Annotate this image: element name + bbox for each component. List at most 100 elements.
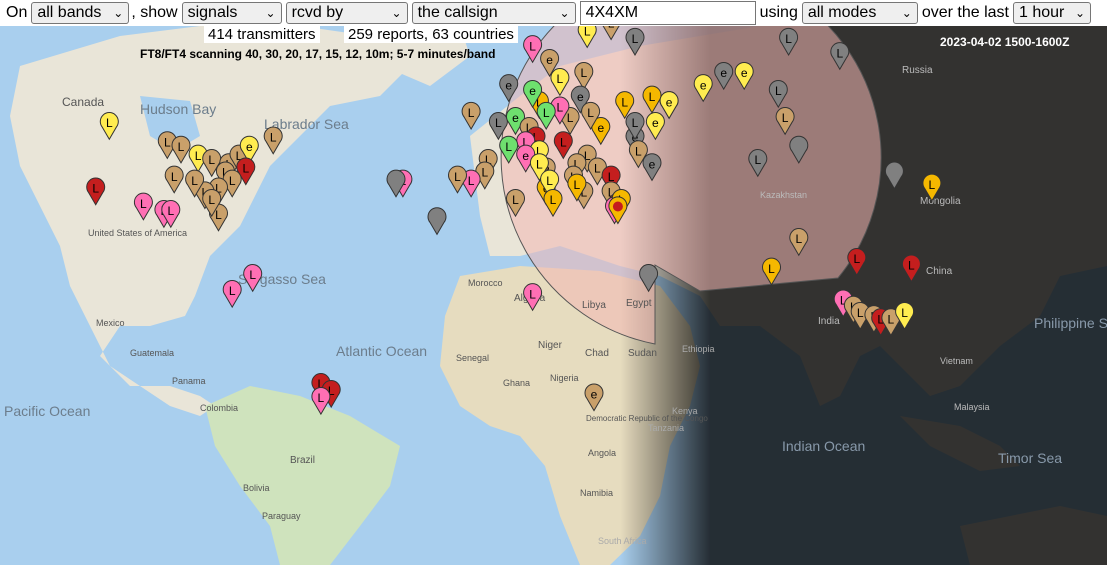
label-paraguay: Paraguay — [262, 511, 301, 521]
marker-glyph: L — [608, 26, 615, 31]
label-atlantic-ocean: Atlantic Ocean — [336, 343, 427, 359]
marker-glyph: L — [785, 32, 792, 46]
marker-glyph: L — [512, 193, 519, 207]
target-select-value: the callsign — [417, 4, 498, 21]
marker-glyph: e — [741, 66, 748, 80]
label-drc: Democratic Republic of the Congo — [586, 414, 708, 423]
marker-glyph: e — [512, 111, 519, 125]
label-russia: Russia — [902, 65, 933, 76]
marker-glyph: L — [550, 193, 557, 207]
marker-glyph: L — [888, 312, 895, 326]
marker-glyph: L — [468, 174, 475, 188]
label-philippine-sea: Philippine Sea — [1034, 315, 1107, 331]
marker-glyph: L — [632, 116, 639, 130]
marker-glyph: L — [229, 174, 236, 188]
label-nigeria: Nigeria — [550, 373, 579, 383]
marker-glyph: L — [505, 140, 512, 154]
marker-glyph: L — [481, 166, 488, 180]
chevron-down-icon: ⌄ — [901, 6, 912, 20]
callsign-input-value: 4X4XM — [585, 4, 639, 21]
label-china: China — [926, 266, 953, 277]
label-panama: Panama — [172, 376, 206, 386]
marker-glyph: e — [577, 90, 584, 104]
signals-select-value: signals — [187, 4, 238, 21]
mode-select-value: all modes — [807, 4, 877, 21]
home-dot-icon — [612, 201, 623, 212]
marker-glyph: e — [649, 157, 656, 171]
marker-glyph: L — [195, 149, 202, 163]
marker-glyph: L — [795, 232, 802, 246]
marker-glyph: e — [720, 66, 727, 80]
scan-note: FT8/FT4 scanning 40, 30, 20, 17, 15, 12,… — [140, 47, 496, 61]
marker-glyph: L — [584, 26, 591, 38]
marker-glyph: L — [580, 66, 587, 80]
label-libya: Libya — [582, 300, 606, 311]
marker-glyph: L — [635, 144, 642, 158]
marker-glyph: L — [191, 174, 198, 188]
marker-glyph: L — [587, 106, 594, 120]
chevron-down-icon: ⌄ — [559, 6, 570, 20]
target-select[interactable]: the callsign ⌄ — [411, 2, 576, 24]
marker-glyph: L — [92, 182, 99, 196]
marker-glyph: L — [106, 116, 113, 130]
label-south-africa: South Africa — [598, 536, 647, 546]
label-ghana: Ghana — [503, 378, 530, 388]
marker-glyph: L — [649, 90, 656, 104]
transmitter-count: 414 transmitters — [204, 26, 320, 43]
marker-glyph: L — [929, 178, 936, 192]
marker-glyph: L — [567, 111, 574, 125]
marker-glyph: e — [652, 116, 659, 130]
marker-glyph: L — [454, 170, 461, 184]
label-egypt: Egypt — [626, 298, 652, 309]
marker-glyph: L — [594, 162, 601, 176]
marker-glyph: L — [208, 193, 215, 207]
marker-glyph: L — [140, 197, 147, 211]
marker-glyph: L — [468, 106, 475, 120]
report-count: 259 reports, 63 countries — [344, 26, 518, 43]
direction-select[interactable]: rcvd by ⌄ — [285, 2, 408, 24]
period-select[interactable]: 1 hour ⌄ — [1013, 2, 1091, 24]
label-tanzania: Tanzania — [648, 423, 684, 433]
signals-select[interactable]: signals ⌄ — [181, 2, 282, 24]
marker-glyph: L — [908, 259, 915, 273]
using-label: using — [759, 4, 798, 21]
label-hudson-bay: Hudson Bay — [140, 101, 216, 117]
label-angola: Angola — [588, 448, 616, 458]
marker-glyph: e — [505, 78, 512, 92]
marker-glyph: L — [836, 46, 843, 60]
label-mexico: Mexico — [96, 318, 125, 328]
marker-glyph: L — [857, 306, 864, 320]
callsign-input[interactable]: 4X4XM — [579, 1, 756, 25]
world-map[interactable]: Canada Hudson Bay Labrador Sea United St… — [0, 26, 1107, 565]
label-ethiopia: Ethiopia — [682, 344, 715, 354]
marker-glyph: L — [249, 268, 256, 282]
marker-glyph: L — [557, 101, 564, 115]
label-chad: Chad — [585, 348, 609, 359]
label-senegal: Senegal — [456, 353, 489, 363]
marker-glyph: e — [666, 95, 673, 109]
label-canada: Canada — [62, 95, 104, 109]
label-guatemala: Guatemala — [130, 348, 174, 358]
label-indian-ocean: Indian Ocean — [782, 438, 865, 454]
marker-glyph: L — [543, 106, 550, 120]
label-morocco: Morocco — [468, 278, 503, 288]
marker-glyph: L — [775, 84, 782, 98]
marker-glyph: L — [557, 72, 564, 86]
band-select-value: all bands — [37, 4, 102, 21]
marker-glyph: e — [597, 121, 604, 135]
marker-glyph: L — [242, 162, 249, 176]
marker-glyph: L — [536, 157, 543, 171]
marker-glyph: e — [700, 78, 707, 92]
marker-glyph: L — [167, 204, 174, 218]
over-label: over the last — [921, 4, 1009, 21]
date-range: 2023-04-02 1500-1600Z — [940, 35, 1070, 49]
marker-glyph: L — [164, 135, 171, 149]
marker-glyph: L — [632, 32, 639, 46]
query-toolbar: On all bands ⌄ , show signals ⌄ rcvd by … — [0, 0, 1107, 26]
mode-select[interactable]: all modes ⌄ — [801, 2, 918, 24]
marker-glyph: L — [768, 262, 775, 276]
label-bolivia: Bolivia — [243, 483, 270, 493]
band-select[interactable]: all bands ⌄ — [31, 2, 130, 24]
marker-glyph: L — [754, 153, 761, 167]
label-brazil: Brazil — [290, 455, 315, 466]
